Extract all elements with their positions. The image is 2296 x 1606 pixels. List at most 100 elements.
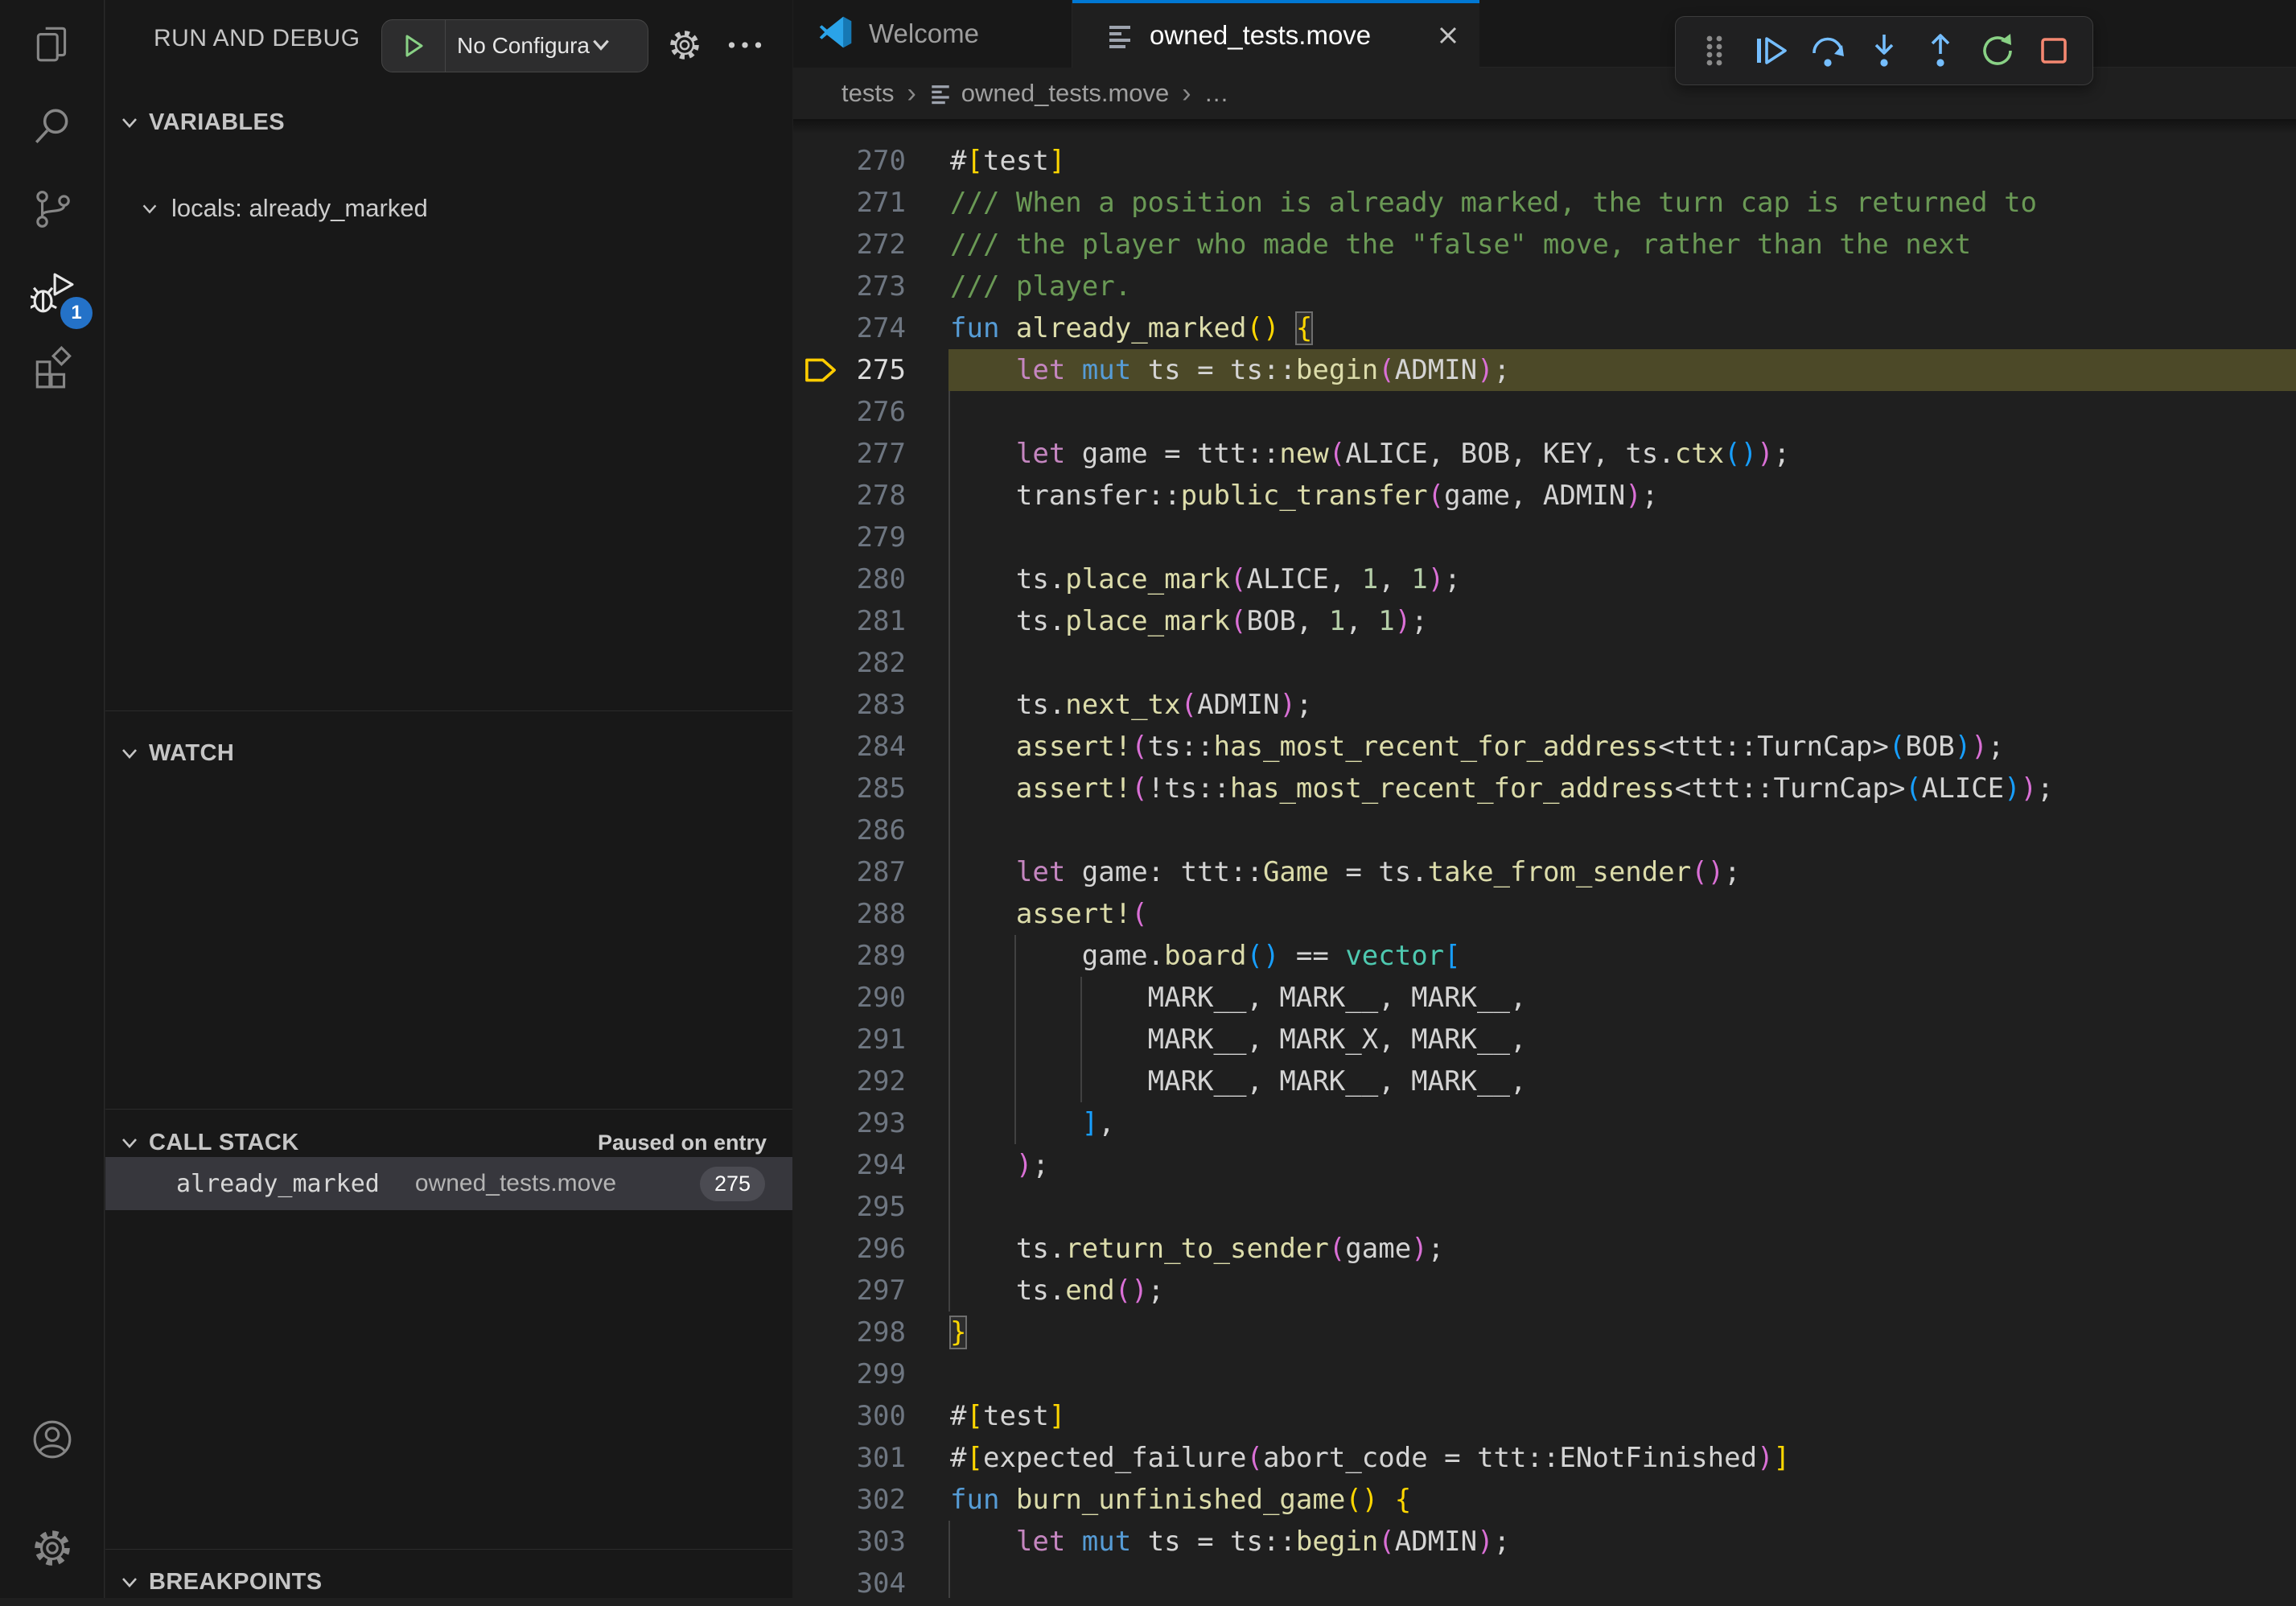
line-number[interactable]: 285 — [793, 768, 906, 809]
variables-scope-locals[interactable]: locals: already_marked — [105, 185, 792, 232]
manage-button[interactable] — [0, 1508, 104, 1588]
account-button[interactable] — [0, 1399, 104, 1480]
code-line[interactable] — [950, 1353, 2296, 1395]
line-number[interactable]: 289 — [793, 935, 906, 977]
line-number[interactable]: 302 — [793, 1479, 906, 1521]
line-number[interactable]: 272 — [793, 224, 906, 266]
debug-configuration-dropdown[interactable]: No Configura — [381, 19, 648, 72]
stop-button[interactable] — [2033, 30, 2075, 72]
line-number[interactable]: 296 — [793, 1228, 906, 1270]
line-number[interactable]: 304 — [793, 1563, 906, 1598]
code-line[interactable]: ts.place_mark(BOB, 1, 1); — [950, 600, 2296, 642]
tab-welcome[interactable]: Welcome — [793, 0, 1072, 68]
code-line[interactable]: let mut ts = ts::begin(ADMIN); — [950, 349, 2296, 391]
line-number[interactable]: 282 — [793, 642, 906, 684]
code-line[interactable]: #[test] — [950, 140, 2296, 182]
line-number[interactable]: 276 — [793, 391, 906, 433]
line-number[interactable]: 297 — [793, 1270, 906, 1312]
line-number[interactable]: 281 — [793, 600, 906, 642]
drag-gripper-icon[interactable] — [1693, 30, 1735, 72]
section-header-variables[interactable]: VARIABLES — [105, 98, 792, 146]
code-line[interactable] — [950, 642, 2296, 684]
step-out-button[interactable] — [1920, 30, 1961, 72]
code-line[interactable]: let mut ts = ts::begin(ADMIN); — [950, 1521, 2296, 1563]
sidebar-item-run-and-debug[interactable]: 1 — [0, 253, 104, 334]
line-number[interactable]: 273 — [793, 266, 906, 307]
code-line[interactable] — [950, 1563, 2296, 1598]
code-line[interactable]: #[test] — [950, 1395, 2296, 1437]
line-number[interactable]: 270 — [793, 140, 906, 182]
line-number[interactable]: 280 — [793, 558, 906, 600]
code-line[interactable]: /// When a position is already marked, t… — [950, 182, 2296, 224]
code-line[interactable]: #[expected_failure(abort_code = ttt::ENo… — [950, 1437, 2296, 1479]
configure-launch-button[interactable] — [660, 21, 709, 69]
code-line[interactable]: MARK__, MARK_X, MARK__, — [950, 1019, 2296, 1060]
code-line[interactable] — [950, 1186, 2296, 1228]
line-number[interactable]: 295 — [793, 1186, 906, 1228]
continue-button[interactable] — [1750, 30, 1792, 72]
code-line[interactable]: game.board() == vector[ — [950, 935, 2296, 977]
code-line[interactable]: ts.next_tx(ADMIN); — [950, 684, 2296, 726]
line-number[interactable]: 274 — [793, 307, 906, 349]
code-line[interactable]: assert!(ts::has_most_recent_for_address<… — [950, 726, 2296, 768]
line-number[interactable]: 279 — [793, 517, 906, 558]
code-line[interactable] — [950, 809, 2296, 851]
line-number[interactable]: 292 — [793, 1060, 906, 1102]
line-number[interactable]: 288 — [793, 893, 906, 935]
code-line[interactable]: let game = ttt::new(ALICE, BOB, KEY, ts.… — [950, 433, 2296, 475]
views-and-more-actions-button[interactable] — [718, 21, 772, 69]
code-line[interactable]: assert!( — [950, 893, 2296, 935]
code-line[interactable]: transfer::public_transfer(game, ADMIN); — [950, 475, 2296, 517]
line-number[interactable]: 293 — [793, 1102, 906, 1144]
code-line[interactable]: ts.place_mark(ALICE, 1, 1); — [950, 558, 2296, 600]
close-icon[interactable] — [1436, 23, 1460, 47]
sidebar-item-explorer[interactable] — [0, 3, 104, 84]
line-number[interactable]: 290 — [793, 977, 906, 1019]
code-line[interactable]: /// player. — [950, 266, 2296, 307]
code-line[interactable]: let game: ttt::Game = ts.take_from_sende… — [950, 851, 2296, 893]
step-into-button[interactable] — [1863, 30, 1905, 72]
section-header-breakpoints[interactable]: BREAKPOINTS — [105, 1558, 792, 1606]
line-number[interactable]: 278 — [793, 475, 906, 517]
line-number[interactable]: 298 — [793, 1312, 906, 1353]
sidebar-item-search[interactable] — [0, 85, 104, 166]
restart-button[interactable] — [1977, 30, 2018, 72]
code-line[interactable] — [950, 517, 2296, 558]
line-number[interactable]: 287 — [793, 851, 906, 893]
code-line[interactable]: MARK__, MARK__, MARK__, — [950, 1060, 2296, 1102]
line-number[interactable]: 294 — [793, 1144, 906, 1186]
breadcrumb-symbol[interactable]: … — [1204, 79, 1229, 108]
line-number[interactable]: 286 — [793, 809, 906, 851]
section-header-watch[interactable]: WATCH — [105, 729, 792, 777]
code-line[interactable]: ts.end(); — [950, 1270, 2296, 1312]
line-number[interactable]: 271 — [793, 182, 906, 224]
breadcrumb-file[interactable]: owned_tests.move — [961, 79, 1169, 108]
code-line[interactable] — [950, 391, 2296, 433]
code-line[interactable]: ); — [950, 1144, 2296, 1186]
step-over-button[interactable] — [1807, 30, 1849, 72]
code-line[interactable]: MARK__, MARK__, MARK__, — [950, 977, 2296, 1019]
sidebar-item-extensions[interactable] — [0, 327, 104, 408]
code-line[interactable]: fun already_marked() { — [950, 307, 2296, 349]
line-number[interactable]: 284 — [793, 726, 906, 768]
code-line[interactable]: /// the player who made the "false" move… — [950, 224, 2296, 266]
line-number[interactable]: 291 — [793, 1019, 906, 1060]
line-number[interactable]: 300 — [793, 1395, 906, 1437]
start-debugging-button[interactable] — [382, 20, 446, 72]
code-area[interactable]: 270 #[test] 271 /// When a position is alre… — [793, 119, 2296, 1598]
line-number[interactable]: 301 — [793, 1437, 906, 1479]
line-number[interactable]: 303 — [793, 1521, 906, 1563]
breadcrumb-folder[interactable]: tests — [841, 79, 894, 108]
code-line[interactable]: ], — [950, 1102, 2296, 1144]
code-line[interactable]: assert!(!ts::has_most_recent_for_address… — [950, 768, 2296, 809]
code-line[interactable]: } — [950, 1312, 2296, 1353]
code-line[interactable]: ts.return_to_sender(game); — [950, 1228, 2296, 1270]
line-number[interactable]: 299 — [793, 1353, 906, 1395]
sidebar-item-source-control[interactable] — [0, 169, 104, 249]
line-number[interactable]: 283 — [793, 684, 906, 726]
ellipsis-icon — [727, 39, 763, 51]
line-number[interactable]: 277 — [793, 433, 906, 475]
call-stack-frame[interactable]: already_marked owned_tests.move 275 — [105, 1157, 792, 1210]
tab-owned-tests-move[interactable]: owned_tests.move — [1072, 0, 1479, 68]
code-line[interactable]: fun burn_unfinished_game() { — [950, 1479, 2296, 1521]
